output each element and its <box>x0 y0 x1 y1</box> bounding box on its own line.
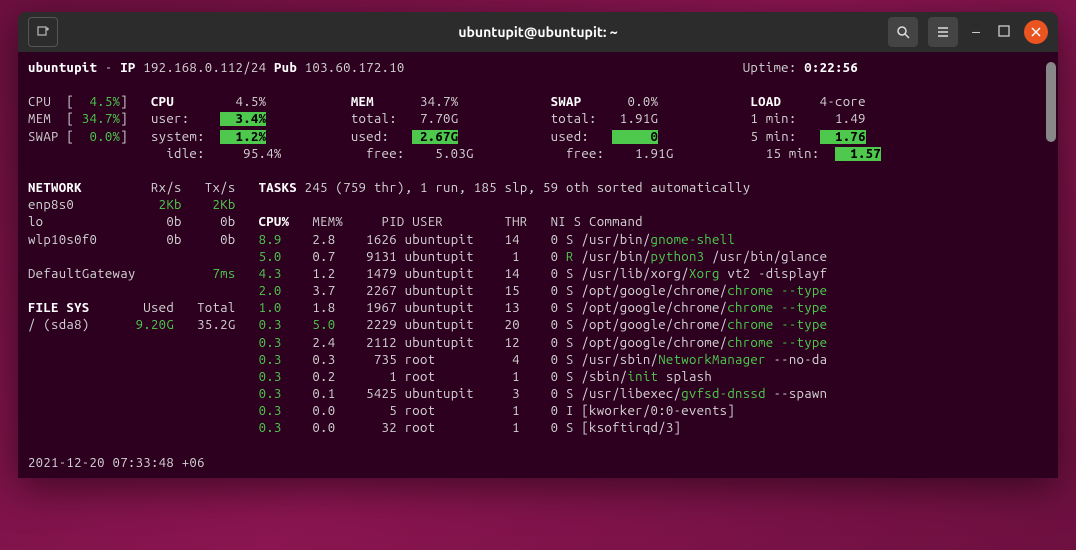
new-tab-button[interactable] <box>28 17 58 47</box>
hamburger-icon <box>936 25 950 39</box>
minimize-button[interactable]: — <box>968 23 984 41</box>
menu-button[interactable] <box>928 17 958 47</box>
close-button[interactable] <box>1024 20 1048 44</box>
titlebar[interactable]: ubuntupit@ubuntupit: ~ — <box>18 12 1058 52</box>
search-icon <box>896 25 910 39</box>
close-icon <box>1031 27 1041 37</box>
new-tab-icon <box>36 25 50 39</box>
terminal-content[interactable]: ubuntupit - IP 192.168.0.112/24 Pub 103.… <box>18 52 1058 478</box>
maximize-button[interactable] <box>994 23 1014 41</box>
maximize-icon <box>998 25 1010 37</box>
scrollbar[interactable] <box>1046 62 1056 142</box>
terminal-window: ubuntupit@ubuntupit: ~ — ubuntupit - IP … <box>18 12 1058 478</box>
search-button[interactable] <box>888 17 918 47</box>
